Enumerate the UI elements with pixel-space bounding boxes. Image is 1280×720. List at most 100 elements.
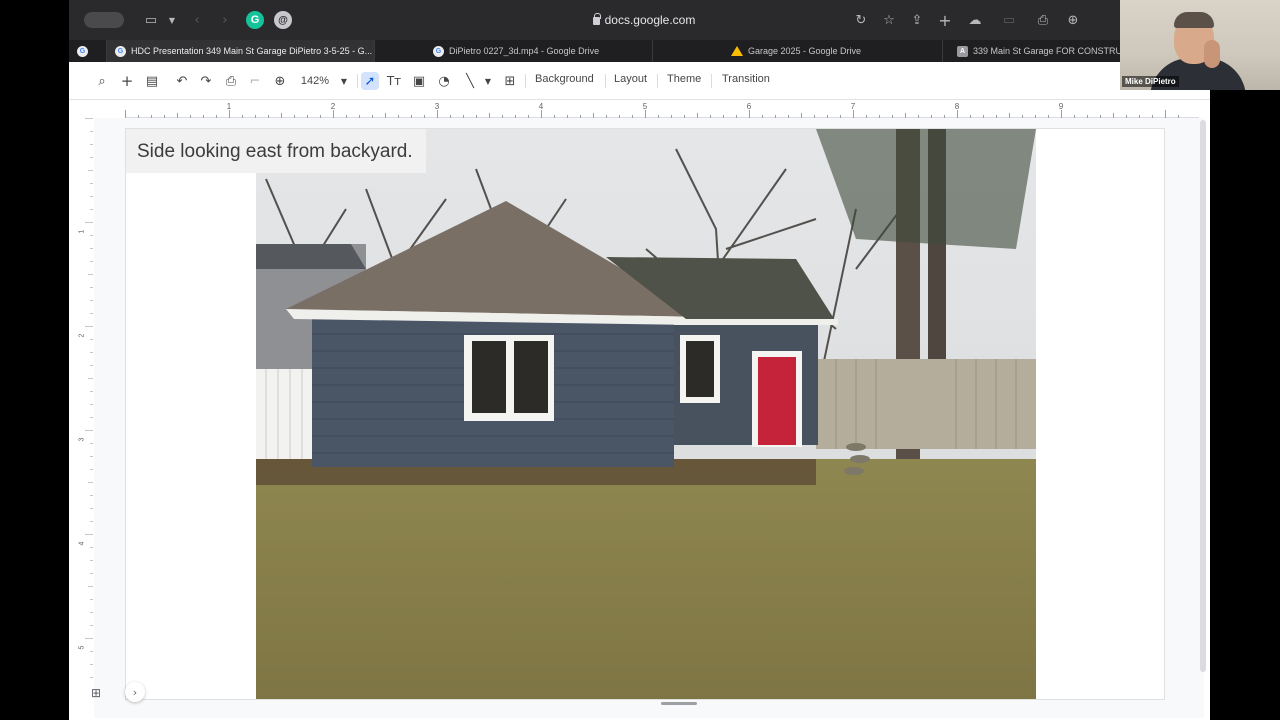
vertical-scrollbar[interactable] [1200,120,1206,672]
forward-icon[interactable]: › [215,10,235,30]
grammarly-extension-icon[interactable]: G [246,11,264,29]
ruler-tick [1178,115,1179,118]
ruler-number: 4 [78,541,86,546]
ruler-tick [90,196,93,197]
ruler-tick [90,157,93,158]
ruler-tick [736,115,737,118]
ruler-tick [90,235,93,236]
ruler-tick [1113,113,1114,118]
paint-format-icon[interactable]: ⌐ [246,72,264,90]
tab-label: 339 Main St Garage FOR CONSTRUC [973,46,1121,56]
ruler-tick [528,115,529,118]
print-icon[interactable]: ⎙ [1033,10,1053,30]
image-icon[interactable]: ▣ [410,72,428,90]
ruler-tick [1048,115,1049,118]
layout-button[interactable]: Layout [614,73,647,85]
ruler-tick [125,110,126,118]
ruler-tick [814,115,815,118]
ruler-tick [424,115,425,118]
theme-button[interactable]: Theme [667,73,701,85]
video-call-tile[interactable]: Mike DiPietro [1120,0,1280,90]
ruler-tick [1100,115,1101,118]
address-bar[interactable]: docs.google.com [409,7,879,33]
tab-339-main-st[interactable]: A 339 Main St Garage FOR CONSTRUC [949,40,1121,62]
tab-dipietro-video[interactable]: G DiPietro 0227_3d.mp4 - Google Drive [425,40,653,62]
slide[interactable]: Side looking east from backyard. [125,128,1165,700]
shape-icon[interactable]: ◔ [435,72,453,90]
ruler-tick [90,469,93,470]
ruler-tick [90,417,93,418]
reload-icon[interactable]: ↻ [851,10,871,30]
line-icon[interactable]: ╲ [461,72,479,90]
redo-icon[interactable]: ↷ [197,72,215,90]
text-box-icon[interactable]: Tт [385,72,403,90]
ruler-tick [307,115,308,118]
ruler-tick [90,365,93,366]
ruler-tick [567,115,568,118]
select-cursor-icon[interactable]: ➚ [361,72,379,90]
ruler-tick [476,115,477,118]
ruler-tick [996,115,997,118]
ruler-tick [229,110,230,118]
ruler-tick [437,110,438,118]
garage-photo[interactable] [256,129,1036,700]
comment-icon[interactable]: ⊞ [501,72,519,90]
back-icon[interactable]: ‹ [187,10,207,30]
vertical-ruler[interactable]: 1 2 3 4 5 [78,118,93,698]
transition-button[interactable]: Transition [722,73,770,85]
ruler-tick [90,508,93,509]
ruler-tick [749,110,750,118]
search-icon[interactable]: ⌕ [93,72,111,90]
slide-title-box[interactable]: Side looking east from backyard. [126,129,426,173]
ruler-tick [1152,115,1153,118]
browser-window: ▭ ▼ ‹ › G @ ☰ docs.google.com ↻ ☆ ⇪ + ☁ … [69,0,1210,720]
lock-icon [592,13,601,25]
tab-label: DiPietro 0227_3d.mp4 - Google Drive [449,46,600,56]
chevron-down-icon[interactable]: ▼ [479,72,497,90]
ruler-tick [90,300,93,301]
ruler-tick [593,113,594,118]
slide-title[interactable]: Side looking east from backyard. [137,141,413,163]
zoom-level[interactable]: 142% [295,72,335,90]
extension-icon[interactable]: @ [274,11,292,29]
print-icon[interactable]: ⎙ [222,72,240,90]
ruler-tick [90,313,93,314]
chevron-right-icon[interactable]: › [125,682,145,702]
ruler-tick [90,352,93,353]
ruler-tick [88,170,93,171]
a-icon: A [957,45,968,57]
grid-view-icon[interactable]: ⊞ [91,686,101,700]
filmstrip-handle[interactable] [661,702,697,705]
new-tab-icon[interactable]: + [935,10,955,30]
ruler-tick [775,115,776,118]
zoom-icon[interactable]: ⊕ [271,72,289,90]
ruler-tick [268,115,269,118]
undo-icon[interactable]: ↶ [173,72,191,90]
ruler-tick [866,115,867,118]
layout-slide-icon[interactable]: ▤ [143,72,161,90]
ruler-tick [90,261,93,262]
ruler-tick [385,113,386,118]
ruler-tick [85,638,93,639]
new-slide-icon[interactable]: + [118,72,136,90]
download-icon[interactable]: ⊕ [1063,10,1083,30]
cloud-icon[interactable]: ☁ [965,10,985,30]
tab-hdc-presentation[interactable]: G HDC Presentation 349 Main St Garage Di… [107,40,375,62]
extension-puzzle-icon[interactable]: ▭ [999,10,1019,30]
horizontal-ruler[interactable]: 1 2 3 4 5 6 7 8 9 [125,100,1199,118]
ruler-tick [918,115,919,118]
pinned-tab[interactable]: G [69,40,107,62]
sidebar-icon[interactable]: ▭ [141,10,161,30]
tab-garage-2025[interactable]: Garage 2025 - Google Drive [723,40,943,62]
ruler-tick [90,560,93,561]
window-controls[interactable] [84,12,124,28]
ruler-tick [216,115,217,118]
chevron-down-icon[interactable]: ▼ [335,72,353,90]
star-icon[interactable]: ☆ [879,10,899,30]
share-icon[interactable]: ⇪ [907,10,927,30]
chevron-down-icon[interactable]: ▼ [162,10,182,30]
ruler-tick [90,339,93,340]
background-button[interactable]: Background [535,73,594,85]
ruler-tick [632,115,633,118]
browser-titlebar: ▭ ▼ ‹ › G @ ☰ docs.google.com ↻ ☆ ⇪ + ☁ … [69,0,1210,40]
